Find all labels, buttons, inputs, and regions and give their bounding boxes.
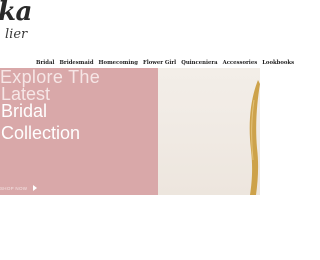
nav-item-quinceniera[interactable]: Quinceniera [181,59,217,67]
nav-item-bridesmaid[interactable]: Bridesmaid [59,59,93,67]
hero-banner[interactable]: Explore The Latest Bridal Collection SHO… [0,68,260,195]
hero-heading-line-4: Collection [1,123,81,143]
nav-item-bridal[interactable]: Bridal [36,59,54,67]
brand-logo-subtitle: lier [5,27,28,42]
shop-now-label: SHOP NOW [0,185,28,191]
nav-item-lookbooks[interactable]: Lookbooks [262,59,294,67]
gold-dress-detail-image [249,80,260,195]
main-nav: Bridal Bridesmaid Homecoming Flower Girl… [36,59,294,67]
hero-text-panel: Explore The Latest Bridal Collection SHO… [0,68,158,195]
play-arrow-icon [33,185,38,191]
hero-heading-line-3: Bridal [1,101,48,121]
shop-now-link[interactable]: SHOP NOW [0,185,38,191]
brand-logo[interactable]: ka [0,0,32,25]
nav-item-homecoming[interactable]: Homecoming [99,59,138,67]
nav-item-flower-girl[interactable]: Flower Girl [143,59,176,67]
site-header: ka lier Bridal Bridesmaid Homecoming Flo… [0,0,294,68]
nav-item-accessories[interactable]: Accessories [223,59,258,67]
